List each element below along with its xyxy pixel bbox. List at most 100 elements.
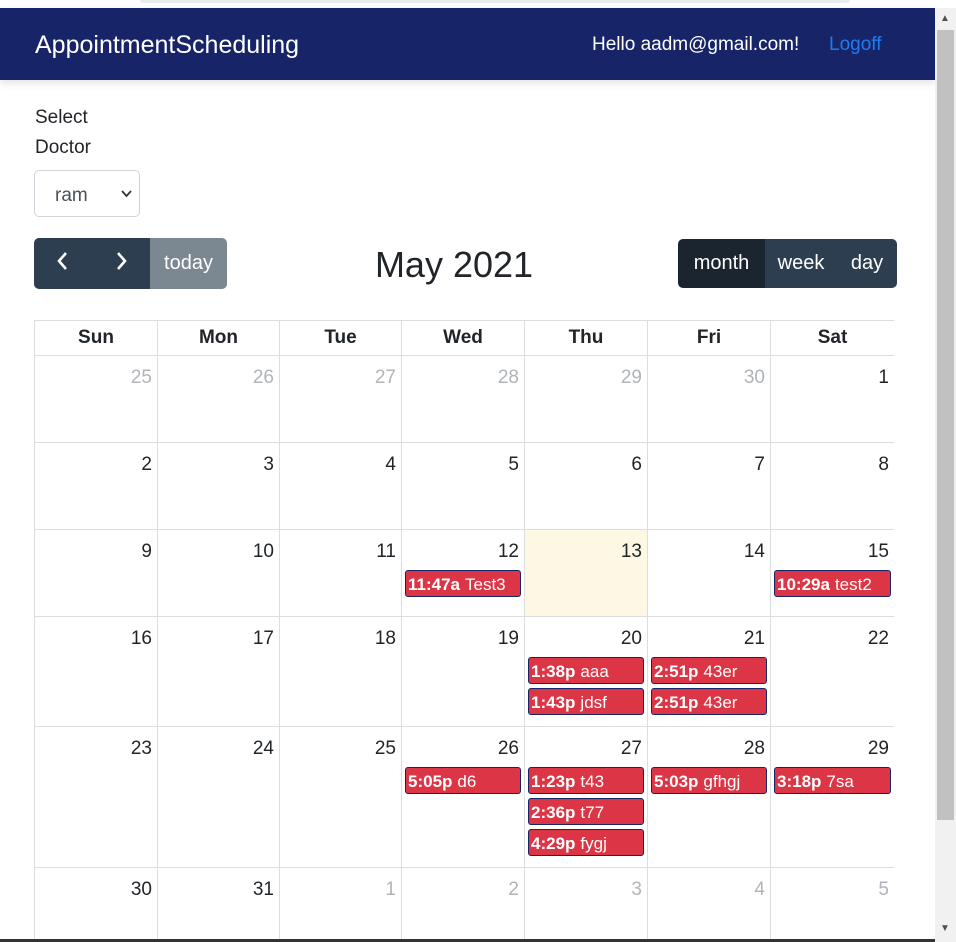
window-top-strip (0, 0, 935, 8)
calendar-title: May 2021 (374, 244, 534, 285)
day-cell[interactable]: 3 (157, 442, 280, 530)
scroll-down-arrow-icon[interactable]: ▼ (940, 923, 950, 934)
scrollbar-thumb[interactable] (937, 30, 954, 820)
day-cell[interactable]: 17 (157, 616, 280, 727)
event-time: 2:51p (654, 693, 699, 712)
day-cell[interactable]: 2 (34, 442, 158, 530)
calendar-event[interactable]: 5:03p gfhgj (651, 767, 767, 794)
day-number: 20 (620, 628, 642, 649)
day-cell[interactable]: 25 (279, 726, 402, 868)
calendar-body: 25 26 27 28 29 30 1 2 3 4 5 6 7 8 9 10 11 12 11:47a Test3 13… (34, 355, 894, 942)
prev-button[interactable] (34, 238, 92, 289)
calendar-event[interactable]: 4:29p fygj (528, 829, 644, 856)
day-number: 27 (374, 367, 396, 388)
day-cell[interactable]: 27 (279, 355, 402, 443)
today-button[interactable]: today (150, 238, 227, 289)
calendar-event[interactable]: 3:18p 7sa (774, 767, 891, 794)
calendar-event[interactable]: 1:43p jdsf (528, 688, 644, 715)
day-cell[interactable]: 15 10:29a test2 (770, 529, 894, 617)
day-cell[interactable]: 6 (524, 442, 648, 530)
event-title: test2 (834, 575, 872, 594)
day-cell[interactable]: 5 (401, 442, 525, 530)
day-cell[interactable]: 22 (770, 616, 894, 727)
day-cell[interactable]: 7 (647, 442, 771, 530)
doctor-select[interactable]: ram (34, 170, 140, 217)
event-title: 43er (703, 662, 738, 681)
month-view-button[interactable]: month (678, 239, 765, 288)
event-title: d6 (457, 772, 477, 791)
brand-link[interactable]: AppointmentScheduling (35, 31, 299, 60)
logoff-link[interactable]: Logoff (829, 34, 881, 56)
day-cell[interactable]: 18 (279, 616, 402, 727)
calendar-event[interactable]: 5:05p d6 (405, 767, 521, 794)
day-cell[interactable]: 29 3:18p 7sa (770, 726, 894, 868)
day-cell[interactable]: 27 1:23p t43 2:36p t77 4:29p fygj (524, 726, 648, 868)
day-number: 11 (376, 541, 396, 562)
event-title: jdsf (580, 693, 607, 712)
calendar-nav-group: today (34, 238, 227, 289)
day-cell[interactable]: 2 (401, 867, 525, 942)
weekday-header: Fri (647, 320, 771, 356)
week-row: 25 26 27 28 29 30 1 (34, 355, 894, 443)
day-number: 29 (867, 738, 889, 759)
day-cell[interactable]: 4 (279, 442, 402, 530)
event-title: 43er (703, 693, 738, 712)
day-number: 16 (130, 628, 152, 649)
day-cell[interactable]: 1 (770, 355, 894, 443)
day-cell[interactable]: 28 5:03p gfhgj (647, 726, 771, 868)
day-cell[interactable]: 24 (157, 726, 280, 868)
calendar-event[interactable]: 2:51p 43er (651, 688, 767, 715)
day-cell[interactable]: 31 (157, 867, 280, 942)
calendar-event[interactable]: 1:23p t43 (528, 767, 644, 794)
event-list: 2:51p 43er 2:51p 43er (648, 651, 770, 715)
day-cell[interactable]: 1 (279, 867, 402, 942)
day-cell[interactable]: 28 (401, 355, 525, 443)
day-cell[interactable]: 19 (401, 616, 525, 727)
scroll-up-arrow-icon[interactable]: ▲ (940, 13, 950, 24)
event-time: 10:29a (777, 575, 830, 594)
day-number: 3 (631, 879, 642, 900)
vertical-scrollbar[interactable]: ▲ ▼ (935, 8, 956, 942)
day-cell[interactable]: 30 (647, 355, 771, 443)
day-number: 23 (130, 738, 152, 759)
day-cell[interactable]: 9 (34, 529, 158, 617)
event-time: 1:38p (531, 662, 576, 681)
weekday-header: Wed (401, 320, 525, 356)
week-row: 30 31 1 2 3 4 5 (34, 867, 894, 942)
day-cell[interactable]: 8 (770, 442, 894, 530)
doctor-select-label: Select Doctor (35, 107, 91, 158)
calendar-event[interactable]: 1:38p aaa (528, 657, 644, 684)
day-cell[interactable]: 25 (34, 355, 158, 443)
calendar-event[interactable]: 2:36p t77 (528, 798, 644, 825)
chevron-left-icon (56, 250, 70, 278)
day-cell[interactable]: 4 (647, 867, 771, 942)
day-cell[interactable]: 3 (524, 867, 648, 942)
day-view-button[interactable]: day (837, 239, 897, 288)
day-cell[interactable]: 20 1:38p aaa 1:43p jdsf (524, 616, 648, 727)
event-time: 1:43p (531, 693, 576, 712)
day-number: 17 (252, 628, 274, 649)
week-view-button[interactable]: week (765, 239, 837, 288)
day-cell[interactable]: 21 2:51p 43er 2:51p 43er (647, 616, 771, 727)
calendar-event[interactable]: 10:29a test2 (774, 570, 891, 597)
day-cell[interactable]: 10 (157, 529, 280, 617)
day-number: 14 (743, 541, 765, 562)
day-cell[interactable]: 16 (34, 616, 158, 727)
weekday-header: Sat (770, 320, 894, 356)
day-cell[interactable]: 14 (647, 529, 771, 617)
day-cell[interactable]: 11 (279, 529, 402, 617)
day-cell[interactable]: 5 (770, 867, 894, 942)
next-button[interactable] (92, 238, 150, 289)
day-cell[interactable]: 12 11:47a Test3 (401, 529, 525, 617)
event-time: 2:51p (654, 662, 699, 681)
day-cell[interactable]: 26 5:05p d6 (401, 726, 525, 868)
calendar-event[interactable]: 2:51p 43er (651, 657, 767, 684)
day-number: 28 (497, 367, 519, 388)
day-cell[interactable]: 13 (524, 529, 648, 617)
day-cell[interactable]: 26 (157, 355, 280, 443)
calendar-event[interactable]: 11:47a Test3 (405, 570, 521, 597)
event-list: 1:38p aaa 1:43p jdsf (525, 651, 647, 715)
day-cell[interactable]: 30 (34, 867, 158, 942)
day-cell[interactable]: 29 (524, 355, 648, 443)
day-cell[interactable]: 23 (34, 726, 158, 868)
